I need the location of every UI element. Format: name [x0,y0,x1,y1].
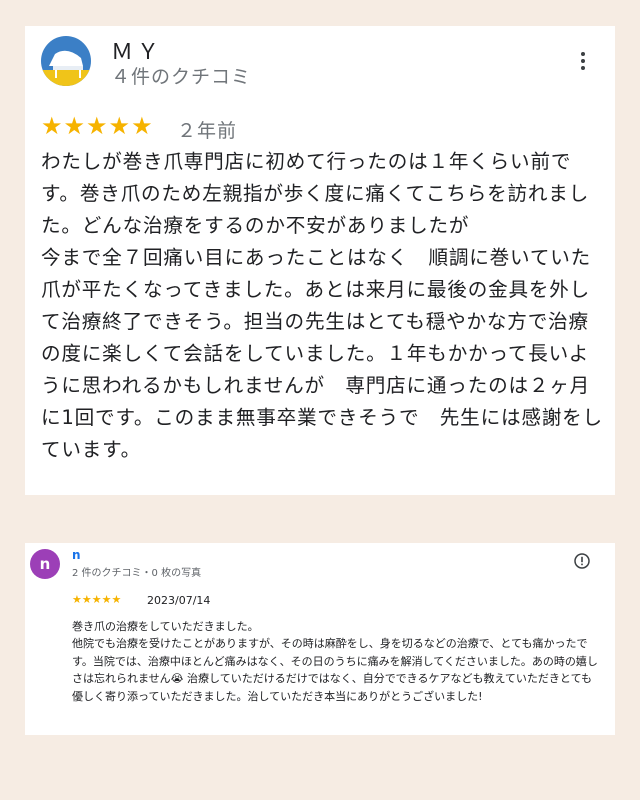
review-card-2: n n 2 件のクチコミ・0 枚の写真 ★★★★★ 2023/07/14 巻き爪… [25,543,615,735]
more-vert-icon[interactable] [578,50,588,74]
reviewer-review-count: ４件のクチコミ [111,66,252,88]
reviewer-name[interactable]: n [72,548,81,562]
reviewer-avatar[interactable]: n [30,549,60,579]
review-text: 巻き爪の治療をしていただきました。 他院でも治療を受けたことがありますが、その時… [72,620,598,703]
star-rating: ★★★★★ [72,593,122,606]
reviewer-review-count: 2 件のクチコミ・0 枚の写真 [72,568,202,579]
review-date: ２年前 [177,120,238,142]
reviewer-avatar[interactable] [41,36,91,86]
report-flag-icon[interactable] [574,553,590,569]
review-card-1: ＭＹ ４件のクチコミ ★★★★★ ２年前 わたしが巻き爪専門店に初めて行ったのは… [25,26,615,495]
piano-avatar-icon [41,36,91,86]
star-rating: ★★★★★ [41,112,154,140]
review-date: 2023/07/14 [147,594,211,607]
review-text: わたしが巻き爪専門店に初めて行ったのは１年くらい前です。巻き爪のため左親指が歩く… [41,150,603,461]
